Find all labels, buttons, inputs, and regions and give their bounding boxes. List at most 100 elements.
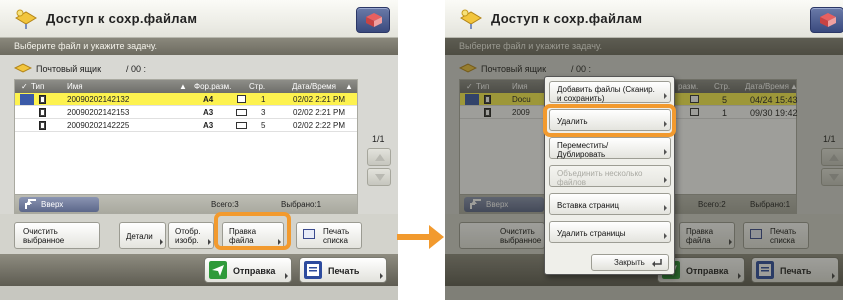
submenu-arrow-icon	[160, 239, 163, 245]
file-name: 20090202142132	[67, 95, 130, 104]
selected-check-icon	[20, 94, 34, 105]
stored-job-button[interactable]	[356, 7, 390, 33]
box-icon	[820, 13, 836, 27]
instruction-text: Выберите файл и укажите задачу.	[0, 38, 398, 55]
selected-count: Выбрано:1	[281, 200, 322, 209]
submenu-arrow-icon	[664, 205, 667, 211]
printer-icon	[303, 229, 315, 239]
scroll-down-button[interactable]	[367, 168, 391, 186]
file-name: 20090202142153	[67, 108, 130, 117]
file-size: A3	[203, 121, 214, 130]
file-datetime: 02/02 2:22 PM	[293, 121, 346, 130]
stored-files-icon	[15, 9, 37, 29]
col-size[interactable]: Фор.разм.	[194, 82, 231, 91]
highlight-edit-file	[214, 212, 291, 250]
col-name[interactable]: Имя	[67, 82, 83, 91]
file-pages: 5	[261, 121, 266, 130]
details-button[interactable]: Детали	[119, 222, 166, 249]
status-bar	[0, 286, 398, 300]
submenu-arrow-icon	[285, 273, 288, 279]
print-icon	[304, 261, 322, 279]
box-icon	[366, 13, 382, 27]
screen-edit-file-menu: Доступ к сохр.файлам Выберите файл и ука…	[445, 0, 843, 300]
mailbox-count: / 00 :	[126, 64, 147, 74]
page-indicator: 1/1	[372, 134, 385, 144]
table-header: ✓ Тип Имя ▲ Фор.разм. Стр. Дата/Время ▲	[15, 80, 357, 93]
stored-files-icon	[460, 9, 482, 29]
up-button[interactable]: Вверх	[19, 197, 99, 212]
landscape-paper-icon	[236, 122, 247, 129]
menu-merge-files-label: Объединить несколько файлов	[557, 169, 643, 187]
select-all-checkmark-icon[interactable]: ✓	[21, 82, 28, 91]
show-image-label: Отобр. изобр.	[175, 227, 201, 245]
submenu-arrow-icon	[664, 177, 667, 183]
portrait-paper-icon	[237, 95, 246, 103]
send-label: Отправка	[233, 266, 276, 276]
mailbox-icon	[14, 63, 32, 73]
menu-move-duplicate[interactable]: Переместить/ Дублировать	[549, 137, 671, 159]
print-list-button[interactable]: Печать списка	[296, 222, 362, 249]
page-title: Доступ к сохр.файлам	[46, 11, 198, 26]
print-list-label: Печать списка	[323, 227, 350, 245]
table-row[interactable]: 20090202142132 A4 1 02/02 2:21 PM	[15, 93, 357, 106]
menu-delete-pages[interactable]: Удалить страницы	[549, 221, 671, 243]
send-icon	[209, 261, 227, 279]
close-label: Закрыть	[614, 258, 645, 267]
submenu-arrow-icon	[664, 233, 667, 239]
submenu-arrow-icon	[664, 149, 667, 155]
flow-arrow-icon	[397, 225, 444, 249]
print-label: Печать	[328, 266, 360, 276]
print-button[interactable]: Печать	[299, 257, 387, 283]
action-row: Очистить выбранное Детали Отобр. изобр. …	[0, 214, 398, 254]
screen-file-access-main: Доступ к сохр.файлам Выберите файл и ука…	[0, 0, 398, 300]
clear-selection-label: Очистить выбранное	[23, 227, 65, 245]
file-icon	[39, 95, 46, 104]
return-arrow-icon	[652, 259, 662, 267]
clear-selection-button[interactable]: Очистить выбранное	[14, 222, 100, 249]
file-size: A4	[203, 95, 214, 104]
page-title: Доступ к сохр.файлам	[491, 11, 643, 26]
file-table: ✓ Тип Имя ▲ Фор.разм. Стр. Дата/Время ▲ …	[14, 79, 358, 195]
file-datetime: 02/02 2:21 PM	[293, 108, 346, 117]
menu-insert-pages-label: Вставка страниц	[557, 201, 619, 210]
title-bar: Доступ к сохр.файлам	[445, 0, 843, 38]
file-name: 20090202142225	[67, 121, 130, 130]
send-print-bar: Отправка Печать	[0, 254, 398, 286]
col-pages[interactable]: Стр.	[249, 82, 265, 91]
up-label: Вверх	[41, 200, 64, 209]
scroll-up-button[interactable]	[367, 148, 391, 166]
file-size: A3	[203, 108, 214, 117]
col-type[interactable]: Тип	[31, 82, 44, 91]
close-button[interactable]: Закрыть	[591, 254, 669, 271]
landscape-paper-icon	[236, 109, 247, 116]
highlight-delete	[543, 104, 676, 137]
file-icon	[39, 121, 46, 130]
file-pages: 3	[261, 108, 266, 117]
menu-delete-pages-label: Удалить страницы	[557, 229, 626, 238]
submenu-arrow-icon	[208, 239, 211, 245]
menu-add-files[interactable]: Добавить файлы (Сканир. и сохранить)	[549, 81, 671, 103]
title-bar: Доступ к сохр.файлам	[0, 0, 398, 38]
table-footer: Вверх Всего:3 Выбрано:1	[14, 195, 358, 214]
table-row[interactable]: 20090202142225 A3 5 02/02 2:22 PM	[15, 119, 357, 132]
menu-add-files-label: Добавить файлы (Сканир. и сохранить)	[557, 85, 655, 103]
send-button[interactable]: Отправка	[204, 257, 292, 283]
col-datetime[interactable]: Дата/Время	[292, 82, 336, 91]
menu-move-duplicate-label: Переместить/ Дублировать	[557, 141, 609, 159]
file-icon	[39, 108, 46, 117]
submenu-arrow-icon	[380, 273, 383, 279]
submenu-arrow-icon	[664, 93, 667, 99]
sort-datetime-icon: ▲	[345, 82, 353, 91]
table-row[interactable]: 20090202142153 A3 3 02/02 2:21 PM	[15, 106, 357, 119]
menu-insert-pages[interactable]: Вставка страниц	[549, 193, 671, 215]
sort-up-icon: ▲	[179, 82, 187, 91]
arrow-up-icon	[25, 199, 36, 209]
mailbox-label: Почтовый ящик	[36, 64, 102, 74]
menu-merge-files: Объединить несколько файлов	[549, 165, 671, 187]
file-datetime: 02/02 2:21 PM	[293, 95, 346, 104]
details-label: Детали	[126, 232, 153, 241]
stored-job-button[interactable]	[810, 7, 843, 33]
show-image-button[interactable]: Отобр. изобр.	[168, 222, 214, 249]
file-pages: 1	[261, 95, 266, 104]
triangle-up-icon	[375, 154, 385, 161]
